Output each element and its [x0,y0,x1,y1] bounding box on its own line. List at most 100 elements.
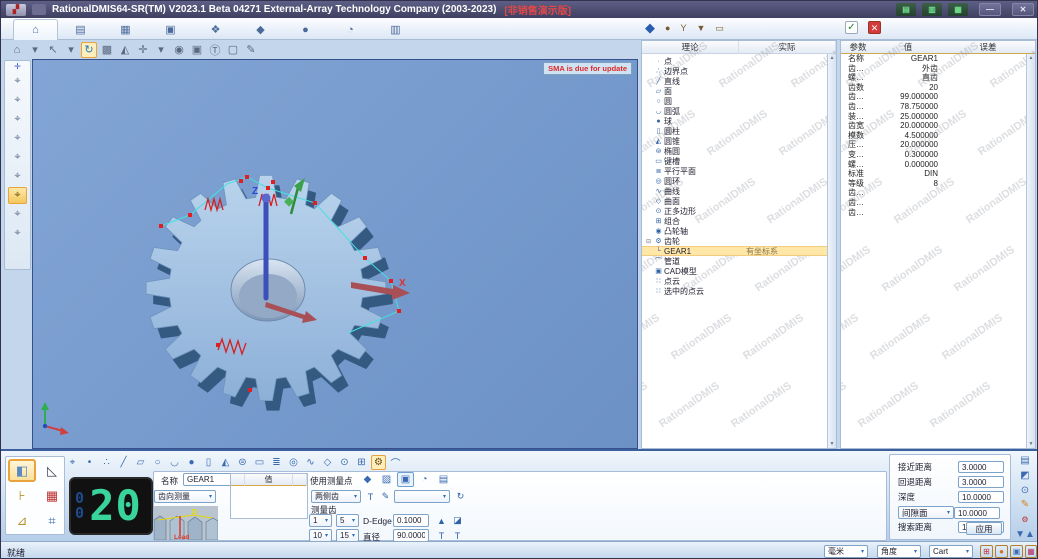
param-close-icon[interactable]: ✕ [868,21,881,34]
dedge-input[interactable] [393,514,429,527]
minimize-button[interactable]: — [979,3,1001,16]
feature-icon[interactable]: ∿ [303,455,318,470]
probe-tool-button[interactable]: ⌖ [8,187,27,204]
param-row[interactable]: 齿… 78.750000 [841,102,1035,112]
probe-tool-button[interactable]: ⌖ [8,111,27,128]
tree-item[interactable]: ● 球 [642,116,836,126]
toolbar-button[interactable]: ▾ [153,42,169,58]
param-row[interactable]: 齿… [841,198,1035,208]
mode-button[interactable]: ⌗ [38,509,66,532]
probe-tool-button[interactable]: ⌖ [8,225,27,242]
tooth-tool-button[interactable]: T [364,490,377,503]
feature-icon[interactable]: ⊞ [354,455,369,470]
feature-icon[interactable]: ◎ [286,455,301,470]
tree-item[interactable]: ≣ 平行平面 [642,166,836,176]
param-row[interactable]: 等级 8 [841,179,1035,189]
side-combo[interactable]: 两侧齿 ▾ [311,490,361,503]
feature-icon[interactable]: ○ [150,455,165,470]
tree-item[interactable]: ◭ 圆锥 [642,136,836,146]
toolbar-button[interactable]: ▢ [225,42,241,58]
angle-combo[interactable]: 角度 [877,545,921,558]
path-param-row[interactable]: 接近距离 3.0000 [898,461,1004,473]
ribbon-tab[interactable]: ▦ [103,19,148,40]
refresh-button[interactable]: ↻ [454,490,467,503]
mode-button[interactable]: ⊦ [8,484,36,507]
toolbar-button[interactable]: ◉ [171,42,187,58]
toolbar-button[interactable]: ▾ [27,42,43,58]
tree-item[interactable]: ⊟ ⚙ 齿轮 [642,236,836,246]
tree-item[interactable]: ╱ 直线 [642,76,836,86]
aux-combo[interactable]: ▾ [394,490,450,503]
feature-icon[interactable]: ⌒ [388,455,403,470]
param-check-icon[interactable]: ✓ [845,21,858,34]
tree-panel-tab[interactable]: ◆ [645,20,655,36]
gear-mode-tab[interactable]: ▨ [378,472,395,487]
path-param-row[interactable]: 深度 10.0000 [898,491,1004,503]
ribbon-tab[interactable]: ❖ [193,19,238,40]
ribbon-tab[interactable]: ▣ [148,19,193,40]
param-row[interactable]: 名称 GEAR1 [841,54,1035,64]
mode-button[interactable]: ⊿ [8,509,36,532]
probe-tool-button[interactable]: ⌖ [8,168,27,185]
tree-item[interactable]: ◇ 曲面 [642,196,836,206]
ribbon-tab[interactable]: ● [283,19,328,40]
tree-item[interactable]: ⌒ 管道 [642,256,836,266]
tree-item[interactable]: ∿ 曲线 [642,186,836,196]
feature-icon[interactable]: ▭ [252,455,267,470]
toolbar-button[interactable]: ▾ [63,42,79,58]
param-row[interactable]: 齿数 20 [841,83,1035,93]
param-row[interactable]: 模数 4.500000 [841,131,1035,141]
gear-mode-tab[interactable]: ▤ [435,472,452,487]
grid-status-icon[interactable]: ⊞ [980,545,993,558]
feature-icon[interactable]: ⊙ [337,455,352,470]
path-param-row[interactable]: 间隙面10.0000 [898,506,1004,519]
mode-button[interactable]: ▦ [38,484,66,507]
ribbon-tab[interactable]: ◔ [328,19,373,40]
machine-status-icon[interactable]: ▦ [1025,545,1037,558]
close-button[interactable]: ✕ [1012,3,1034,16]
feature-icon[interactable]: • [82,455,97,470]
tree-item[interactable]: ∷ 选中的点云 [642,286,836,296]
tree-item[interactable]: ◉ 凸轮轴 [642,226,836,236]
feature-icon[interactable]: ≣ [269,455,284,470]
dedge-tool-button[interactable]: ◪ [451,514,464,527]
param-row[interactable]: 压… 20.000000 [841,140,1035,150]
feature-icon[interactable]: ◭ [218,455,233,470]
param-row[interactable]: 标准 DIN [841,169,1035,179]
tree-item[interactable]: ∴ 边界点 [642,66,836,76]
side-tool-button[interactable]: ⊙ [1017,484,1034,496]
toolbar-button[interactable]: ✎ [243,42,259,58]
tree-item[interactable]: ▣ CAD模型 [642,266,836,276]
direction-combo[interactable]: 齿向测量 ▾ [154,490,216,503]
param-row[interactable]: 齿宽 20.000000 [841,121,1035,131]
tree-item[interactable]: ◡ 圆弧 [642,106,836,116]
side-tool-button[interactable]: ◩ [1017,470,1034,482]
probe-tool-button[interactable]: ⌖ [8,206,27,223]
tree-panel-tab[interactable]: ● [665,23,670,33]
tree-scrollbar[interactable]: ▲ ▼ [827,54,836,448]
feature-icon[interactable]: ▯ [201,455,216,470]
param-row[interactable]: 齿… [841,188,1035,198]
probe-status-icon[interactable]: ● [995,545,1008,558]
param-row[interactable]: 螺… 0.000000 [841,160,1035,170]
tooth-spin-1[interactable]: 1 [309,514,332,527]
dedge-tool-button[interactable]: ▲ [435,514,448,527]
feature-icon[interactable]: ╱ [116,455,131,470]
feature-icon[interactable]: ∴ [99,455,114,470]
toolbar-button[interactable]: ✛ [135,42,151,58]
side-tool-button[interactable]: ▤ [1017,455,1034,467]
param-row[interactable]: 齿… 外齿 [841,64,1035,74]
side-tool-button[interactable]: ▼▲ [1015,528,1035,540]
tree-item[interactable]: ▭ 键槽 [642,156,836,166]
toolbar-button[interactable]: Ⓣ [207,42,223,58]
titlebar-tray-icon[interactable]: ▤ [896,3,916,16]
param-row[interactable]: 螺… 直齿 [841,73,1035,83]
toolbar-button[interactable]: ▣ [189,42,205,58]
toolbar-button[interactable]: ▩ [99,42,115,58]
coord-combo[interactable]: Cart [929,545,973,558]
tree-item[interactable]: ⊞ 组合 [642,216,836,226]
viewport-3d[interactable]: Z X SMA is due for update [32,59,638,449]
units-combo[interactable]: 毫米 [824,545,868,558]
tree-item[interactable]: ▱ 面 [642,86,836,96]
gear-mode-tab[interactable]: ▣ [397,472,414,487]
